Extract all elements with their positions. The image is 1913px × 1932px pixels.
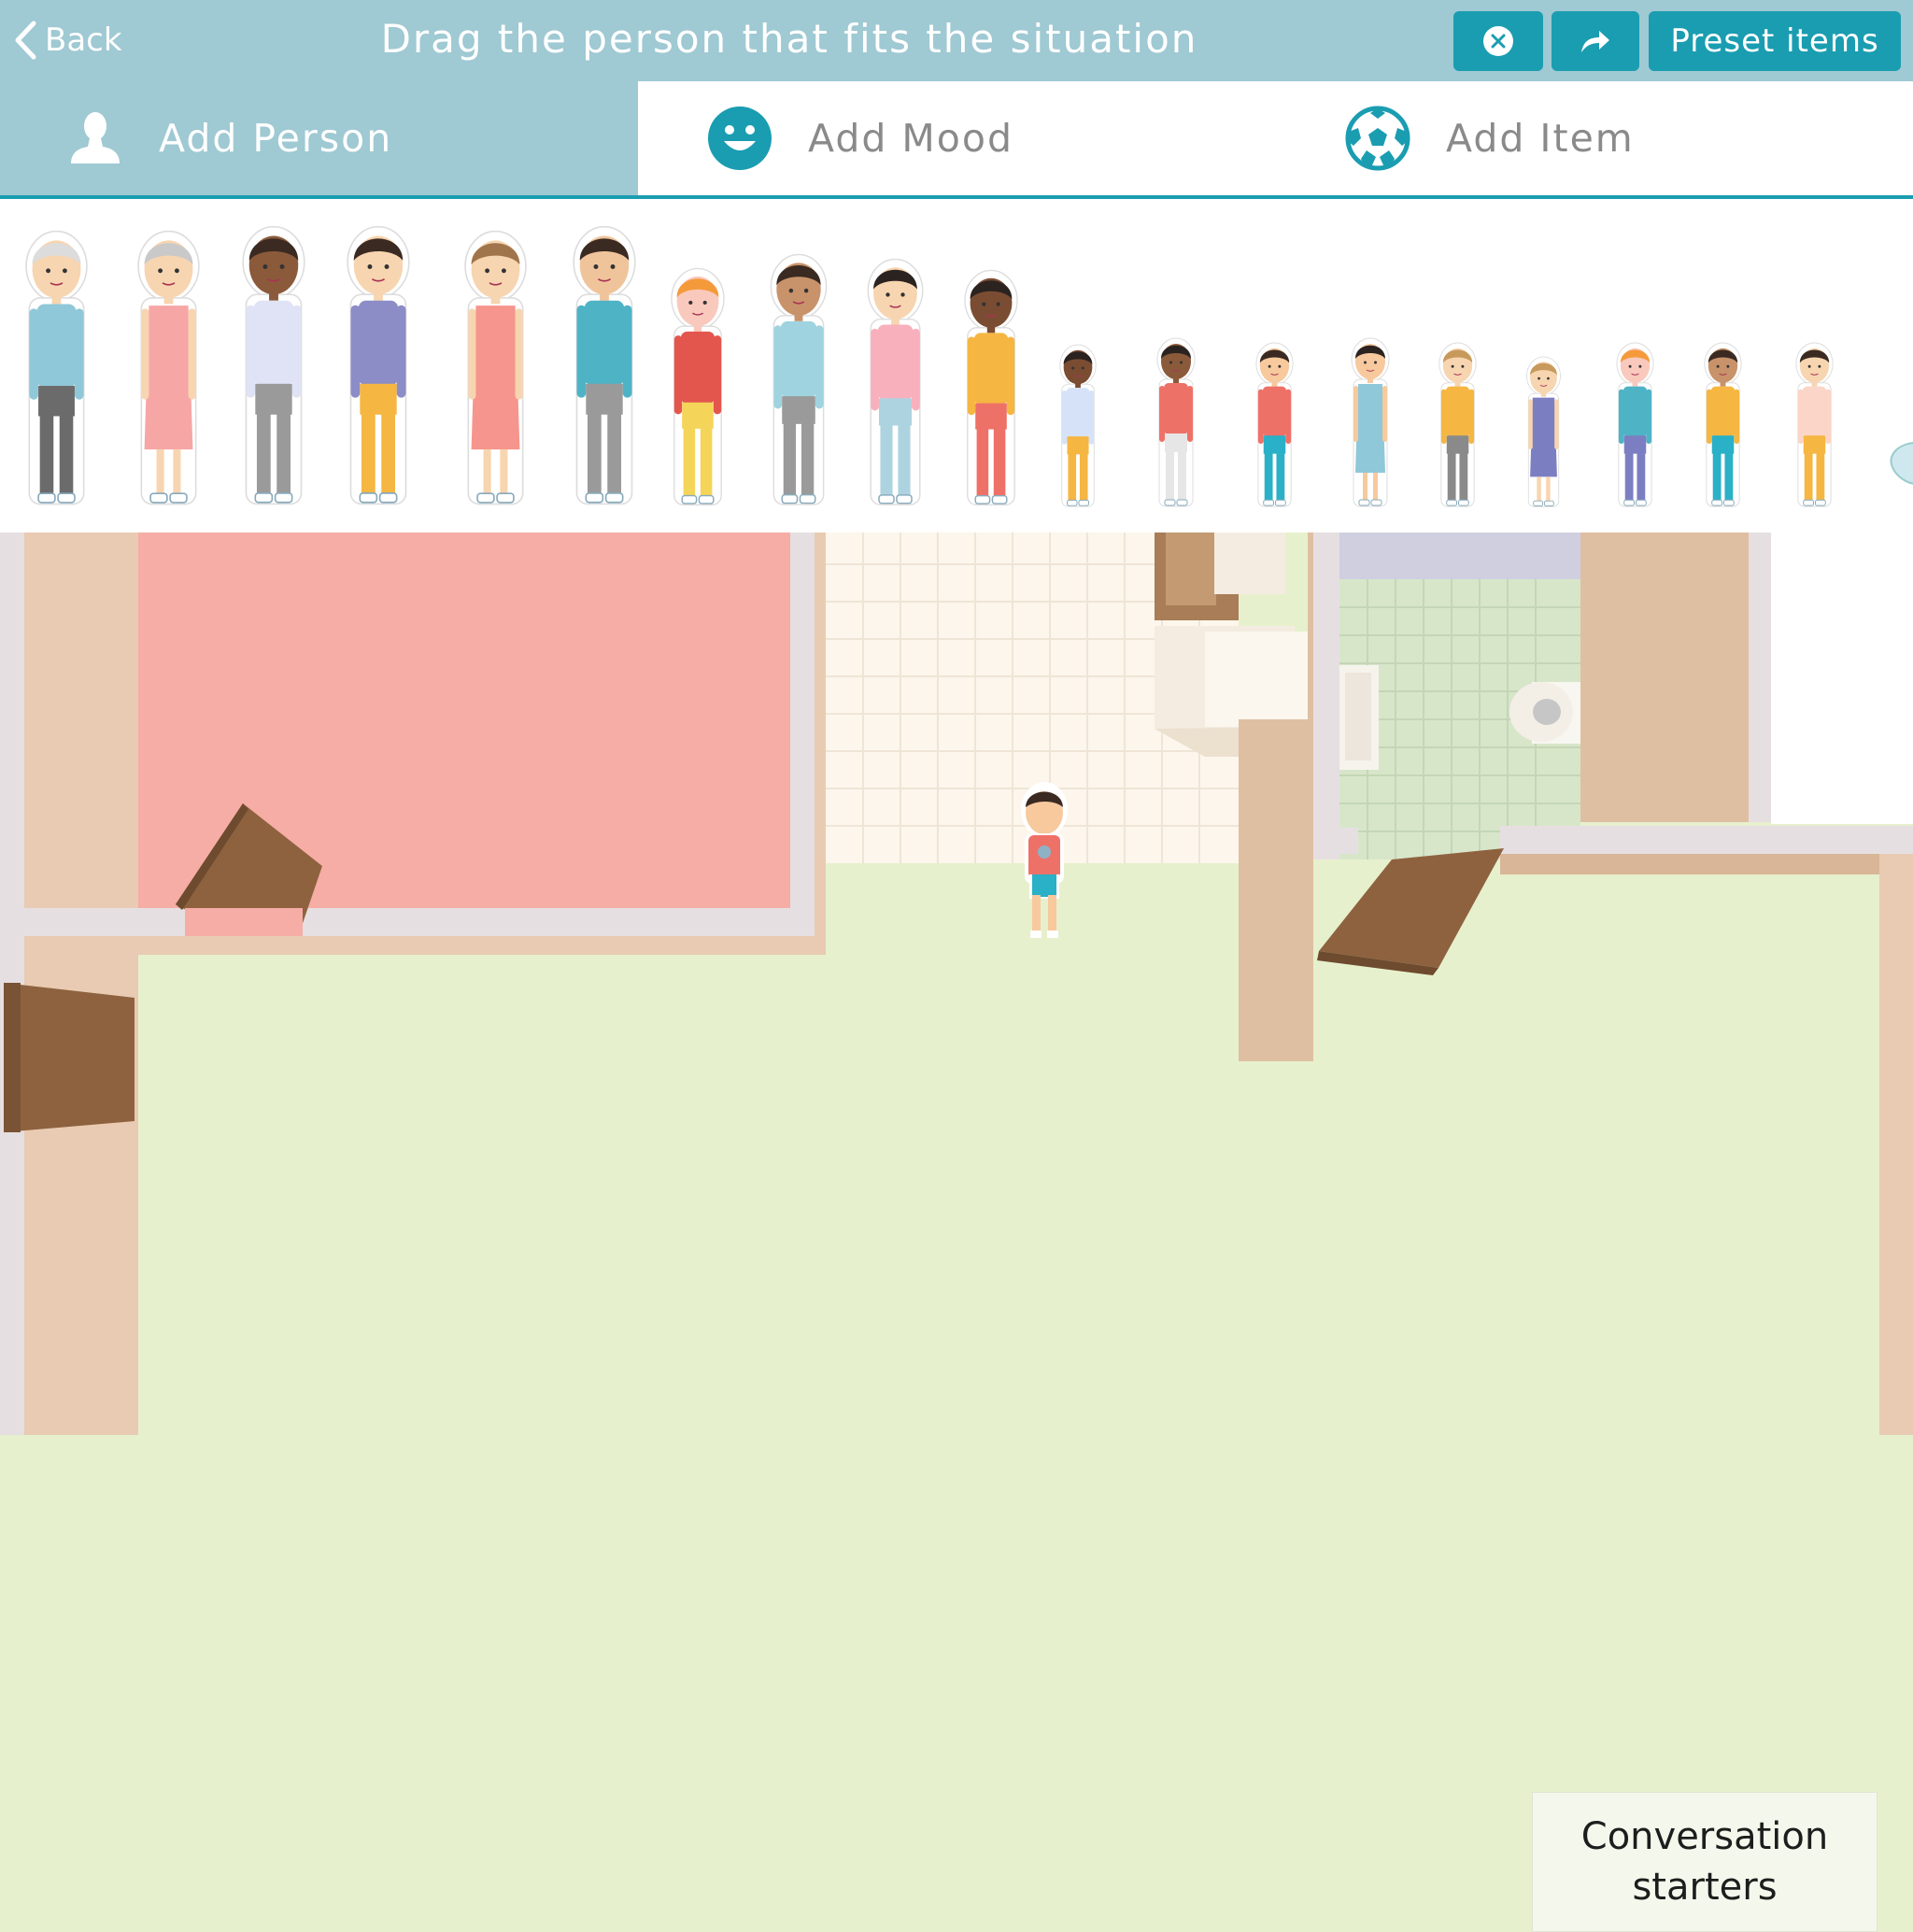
conversation-starters-button[interactable]: Conversation starters xyxy=(1532,1792,1878,1932)
preset-items-button[interactable]: Preset items xyxy=(1649,11,1901,71)
back-button[interactable]: Back xyxy=(13,17,122,64)
conversation-starters-line2: starters xyxy=(1632,1866,1778,1909)
person-figure xyxy=(242,225,305,505)
top-bar: Back Drag the person that fits the situa… xyxy=(0,0,1913,81)
person-option[interactable] xyxy=(1792,342,1837,514)
person-figure xyxy=(964,269,1018,506)
room-scene: Conversation starters xyxy=(0,533,1913,1932)
smiley-icon xyxy=(707,106,772,171)
person-option[interactable] xyxy=(1435,342,1481,514)
person-figure xyxy=(671,267,725,506)
item-peek-icon xyxy=(1890,442,1913,485)
person-option[interactable] xyxy=(1612,342,1658,514)
person-figure xyxy=(464,230,527,505)
left-door xyxy=(4,983,135,1132)
character-strip xyxy=(0,199,1913,533)
person-figure xyxy=(25,230,88,505)
next-item-peek[interactable] xyxy=(1879,435,1913,495)
person-figure xyxy=(137,230,200,505)
person-option[interactable] xyxy=(665,267,730,514)
person-figure xyxy=(573,225,636,505)
person-option[interactable] xyxy=(764,253,833,514)
person-option[interactable] xyxy=(19,230,94,514)
close-circle-icon xyxy=(1483,26,1513,56)
person-option[interactable] xyxy=(458,230,533,514)
conversation-starters-line1: Conversation xyxy=(1580,1815,1829,1858)
person-option[interactable] xyxy=(235,225,312,514)
person-option[interactable] xyxy=(566,225,643,514)
floor-plan xyxy=(0,533,1913,1435)
category-tabs: Add Person Add Mood Add Item xyxy=(0,81,1913,199)
tab-add-mood-label: Add Mood xyxy=(808,116,1013,161)
person-option[interactable] xyxy=(861,258,929,514)
person-option[interactable] xyxy=(1056,344,1100,514)
back-label: Back xyxy=(45,21,122,59)
person-figure xyxy=(770,253,828,505)
tab-add-item[interactable]: Add Item xyxy=(1276,81,1913,195)
tab-add-person-label: Add Person xyxy=(159,116,393,161)
tab-add-person[interactable]: Add Person xyxy=(0,81,638,195)
person-option[interactable] xyxy=(131,230,206,514)
person-figure xyxy=(1795,342,1834,507)
person-figure xyxy=(1255,342,1294,507)
share-button[interactable] xyxy=(1552,11,1639,71)
person-option[interactable] xyxy=(1252,342,1297,514)
person-figure xyxy=(1156,337,1196,507)
person-icon xyxy=(67,111,123,165)
tab-add-mood[interactable]: Add Mood xyxy=(638,81,1276,195)
person-figure xyxy=(1059,344,1097,507)
tab-add-item-label: Add Item xyxy=(1446,116,1635,161)
person-option[interactable] xyxy=(958,269,1024,514)
placed-boy-figure xyxy=(1021,782,1068,938)
share-arrow-icon xyxy=(1581,31,1609,52)
person-figure xyxy=(1438,342,1477,507)
person-figure xyxy=(1704,342,1742,507)
page-title: Drag the person that fits the situation xyxy=(380,16,1198,62)
person-figure xyxy=(1526,356,1561,507)
close-button[interactable] xyxy=(1453,11,1543,71)
placed-person[interactable] xyxy=(1017,777,1071,949)
person-option[interactable] xyxy=(1153,337,1199,514)
person-figure xyxy=(1351,337,1390,507)
soccer-ball-icon xyxy=(1345,106,1410,171)
chevron-left-icon xyxy=(15,21,36,60)
person-option[interactable] xyxy=(1700,342,1746,514)
person-figure xyxy=(347,225,410,505)
person-figure xyxy=(1616,342,1654,507)
person-figure xyxy=(867,258,924,505)
person-option[interactable] xyxy=(1523,356,1565,514)
person-option[interactable] xyxy=(1347,337,1394,514)
person-option[interactable] xyxy=(340,225,417,514)
